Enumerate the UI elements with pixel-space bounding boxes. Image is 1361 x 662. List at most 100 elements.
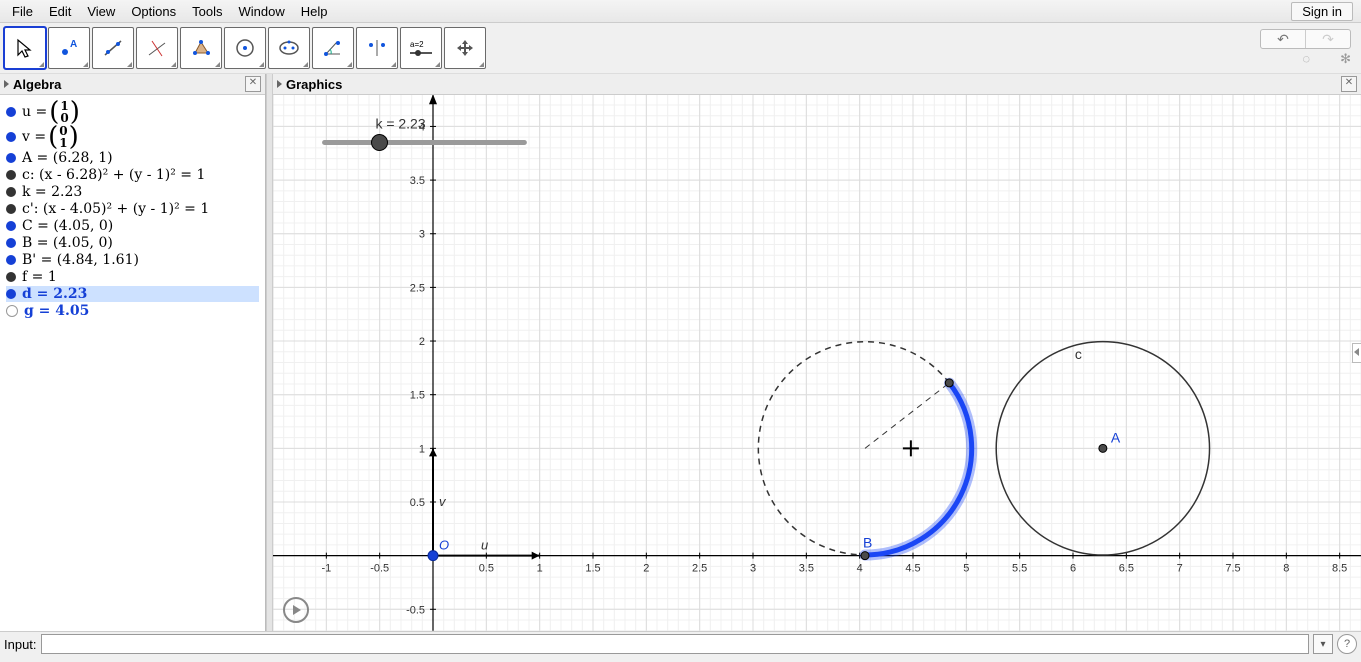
visibility-bullet[interactable]: [6, 289, 16, 299]
perpendicular-icon: [146, 37, 168, 59]
svg-text:5.5: 5.5: [1012, 563, 1027, 575]
algebra-item[interactable]: C = (4.05, 0): [6, 218, 259, 234]
polygon-icon: [190, 37, 212, 59]
input-bar: Input: ▾ ?: [0, 631, 1361, 656]
algebra-item[interactable]: u =(10): [6, 100, 259, 124]
tool-polygon[interactable]: [180, 27, 222, 69]
algebra-item[interactable]: k = 2.23: [6, 184, 259, 200]
menu-options[interactable]: Options: [123, 2, 184, 21]
close-algebra-button[interactable]: ✕: [245, 76, 261, 92]
svg-text:8.5: 8.5: [1332, 563, 1347, 575]
algebra-list[interactable]: u =(10)v =(01)A = (6.28, 1)c: (x - 6.28)…: [0, 95, 265, 324]
circle-icon: [234, 37, 256, 59]
svg-text:-0.5: -0.5: [370, 563, 389, 575]
input-help-button[interactable]: ?: [1337, 634, 1357, 654]
visibility-bullet[interactable]: [6, 238, 16, 248]
tool-perpendicular[interactable]: [136, 27, 178, 69]
svg-text:7.5: 7.5: [1225, 563, 1240, 575]
svg-text:-1: -1: [321, 563, 331, 575]
tool-transform[interactable]: [356, 27, 398, 69]
tool-move-view[interactable]: [444, 27, 486, 69]
visibility-bullet[interactable]: [6, 221, 16, 231]
svg-text:8: 8: [1283, 563, 1289, 575]
svg-text:0.5: 0.5: [410, 497, 425, 509]
visibility-bullet[interactable]: [6, 107, 16, 117]
undo-button[interactable]: ↶: [1261, 30, 1305, 48]
help-icon[interactable]: ◌: [1302, 51, 1310, 67]
menu-view[interactable]: View: [79, 2, 123, 21]
svg-text:6: 6: [1070, 563, 1076, 575]
algebra-item[interactable]: d = 2.23: [6, 286, 259, 302]
reflect-icon: [366, 37, 388, 59]
visibility-bullet[interactable]: [6, 204, 16, 214]
move-view-icon: [454, 37, 476, 59]
tool-line[interactable]: [92, 27, 134, 69]
redo-button[interactable]: ↷: [1305, 30, 1350, 48]
collapse-icon[interactable]: [277, 80, 282, 88]
visibility-bullet[interactable]: [6, 187, 16, 197]
svg-text:B: B: [863, 535, 872, 551]
visibility-bullet[interactable]: [6, 153, 16, 163]
tool-move[interactable]: [4, 27, 46, 69]
svg-text:2.5: 2.5: [692, 563, 707, 575]
tool-slider[interactable]: a=2: [400, 27, 442, 69]
visibility-bullet[interactable]: [6, 272, 16, 282]
signin-button[interactable]: Sign in: [1291, 2, 1353, 21]
algebra-item[interactable]: g = 4.05: [6, 303, 259, 319]
graphics-canvas[interactable]: -1-0.50.511.522.533.544.555.566.577.588.…: [273, 94, 1361, 631]
splitter[interactable]: [266, 74, 273, 631]
svg-text:v: v: [439, 494, 447, 509]
play-button[interactable]: [283, 597, 309, 623]
collapse-icon[interactable]: [4, 80, 9, 88]
svg-text:0.5: 0.5: [479, 563, 494, 575]
svg-text:2: 2: [419, 336, 425, 348]
visibility-bullet[interactable]: [6, 132, 16, 142]
tool-point[interactable]: A: [48, 27, 90, 69]
svg-text:3: 3: [750, 563, 756, 575]
algebra-item[interactable]: B = (4.05, 0): [6, 235, 259, 251]
undo-redo-group: ↶ ↷: [1260, 29, 1351, 49]
visibility-bullet[interactable]: [6, 170, 16, 180]
svg-text:k = 2.23: k = 2.23: [376, 116, 426, 132]
algebra-item[interactable]: c': (x - 4.05)² + (y - 1)² = 1: [6, 201, 259, 217]
algebra-item[interactable]: B' = (4.84, 1.61): [6, 252, 259, 268]
svg-text:c: c: [1075, 346, 1082, 362]
graphics-panel: Graphics ✕ -1-0.50.511.522.533.544.555.5…: [273, 74, 1361, 631]
tool-circle[interactable]: [224, 27, 266, 69]
tool-ellipse[interactable]: [268, 27, 310, 69]
ellipse-icon: [278, 37, 300, 59]
algebra-item[interactable]: A = (6.28, 1): [6, 150, 259, 166]
menu-file[interactable]: File: [4, 2, 41, 21]
svg-text:6.5: 6.5: [1119, 563, 1134, 575]
svg-text:O: O: [439, 538, 449, 553]
svg-text:A: A: [70, 39, 77, 50]
close-graphics-button[interactable]: ✕: [1341, 76, 1357, 92]
menu-window[interactable]: Window: [230, 2, 292, 21]
svg-text:3: 3: [419, 229, 425, 241]
side-toggle[interactable]: [1352, 343, 1361, 363]
visibility-bullet[interactable]: [6, 305, 18, 317]
algebra-item[interactable]: v =(01): [6, 125, 259, 149]
input-history-dropdown[interactable]: ▾: [1313, 634, 1333, 654]
slider-icon: a=2: [406, 37, 436, 59]
svg-text:A: A: [1111, 429, 1121, 445]
point-icon: A: [58, 37, 80, 59]
algebra-item[interactable]: c: (x - 6.28)² + (y - 1)² = 1: [6, 167, 259, 183]
graphics-title: Graphics: [286, 77, 1341, 92]
input-label: Input:: [4, 637, 37, 652]
svg-text:1: 1: [419, 443, 425, 455]
line-icon: [102, 37, 124, 59]
settings-icon[interactable]: ✻: [1340, 51, 1351, 67]
svg-text:5: 5: [963, 563, 969, 575]
svg-text:2.5: 2.5: [410, 282, 425, 294]
svg-text:2: 2: [643, 563, 649, 575]
menu-tools[interactable]: Tools: [184, 2, 230, 21]
menu-help[interactable]: Help: [293, 2, 336, 21]
algebra-item[interactable]: f = 1: [6, 269, 259, 285]
tool-angle[interactable]: [312, 27, 354, 69]
input-field[interactable]: [41, 634, 1309, 654]
menu-edit[interactable]: Edit: [41, 2, 79, 21]
visibility-bullet[interactable]: [6, 255, 16, 265]
algebra-title: Algebra: [13, 77, 245, 92]
toolbar: A a=2 ↶ ↷ ◌ ✻: [0, 23, 1361, 74]
